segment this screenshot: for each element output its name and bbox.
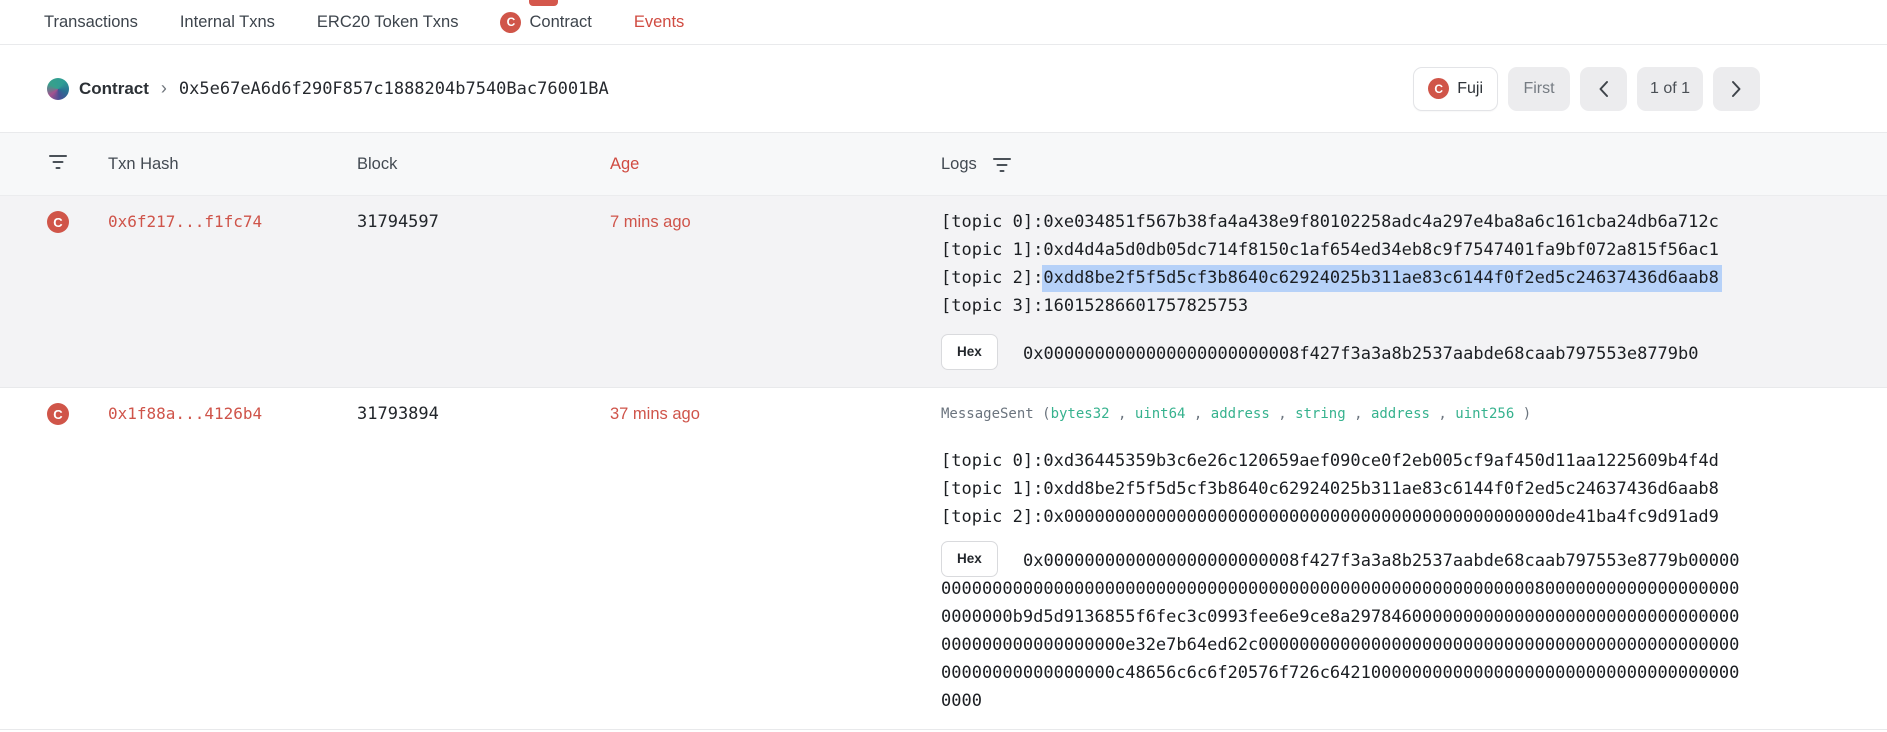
network-name: Fuji (1457, 80, 1483, 98)
contract-icon: C (500, 12, 521, 33)
column-header-block: Block (357, 155, 610, 174)
event-paren-close: ) (1514, 406, 1531, 422)
event-name: MessageSent (941, 406, 1034, 422)
event-param-type: string (1295, 406, 1346, 422)
topic-line: [topic 3]:16015286601757825753 (941, 292, 1747, 320)
tab-label: Events (634, 13, 684, 32)
topic-value: 16015286601757825753 (1043, 296, 1248, 316)
topic-line: [topic 0]:0xd36445359b3c6e26c120659aef09… (941, 447, 1747, 475)
topic-value: 0xe034851f567b38fa4a438e9f80102258adc4a2… (1043, 212, 1719, 232)
event-param-type: address (1211, 406, 1270, 422)
breadcrumb: Contract › 0x5e67eA6d6f290F857c1888204b7… (47, 78, 609, 100)
top-tab-bar: Transactions Internal Txns ERC20 Token Txn… (0, 0, 1887, 45)
topic-line: [topic 2]:0xdd8be2f5f5d5cf3b8640c6292402… (941, 264, 1747, 292)
topic-label: [topic 1]: (941, 240, 1043, 260)
hex-button[interactable]: Hex (941, 541, 998, 577)
txn-hash-link[interactable]: 0x6f217...f1fc74 (108, 212, 262, 231)
topic-line: [topic 1]:0xdd8be2f5f5d5cf3b8640c6292402… (941, 475, 1747, 503)
tab-internal-txns[interactable]: Internal Txns (180, 13, 275, 32)
event-param-separator: , (1110, 406, 1135, 422)
block-number: 31793894 (357, 404, 439, 424)
event-row: C 0x6f217...f1fc74 31794597 7 mins ago [topi… (0, 196, 1887, 388)
page-indicator: 1 of 1 (1637, 67, 1703, 111)
hex-data-block: Hex0x0000000000000000000000008f427f3a3a8… (941, 547, 1747, 715)
event-signature: MessageSent (bytes32 , uint64 , address … (941, 400, 1747, 428)
chevron-right-icon (1731, 80, 1742, 98)
hex-data-block: Hex0x0000000000000000000000008f427f3a3a8… (941, 340, 1747, 368)
tab-label: ERC20 Token Txns (317, 13, 459, 32)
topic-label: [topic 3]: (941, 296, 1043, 316)
topic-label: [topic 2]: (941, 268, 1043, 288)
contract-icon: C (47, 211, 69, 233)
tab-erc20-token-txns[interactable]: ERC20 Token Txns (317, 13, 459, 32)
contract-header-bar: Contract › 0x5e67eA6d6f290F857c1888204b7… (0, 45, 1887, 132)
first-page-button[interactable]: First (1508, 67, 1570, 111)
contract-address: 0x5e67eA6d6f290F857c1888204b7540Bac76001… (179, 79, 609, 99)
tab-label: Internal Txns (180, 13, 275, 32)
topic-line: [topic 2]:0x0000000000000000000000000000… (941, 503, 1747, 531)
topics-list: [topic 0]:0xd36445359b3c6e26c120659aef09… (941, 447, 1747, 531)
logs-cell: [topic 0]:0xe034851f567b38fa4a438e9f8010… (941, 208, 1747, 368)
event-param-type: uint64 (1135, 406, 1186, 422)
prev-page-button[interactable] (1580, 67, 1627, 111)
breadcrumb-contract-label: Contract (79, 79, 149, 99)
event-param-type: uint256 (1455, 406, 1514, 422)
topic-label: [topic 2]: (941, 507, 1043, 527)
column-header-logs: Logs (941, 155, 977, 174)
next-page-button[interactable] (1713, 67, 1760, 111)
hex-data: 0x0000000000000000000000008f427f3a3a8b25… (941, 547, 1747, 715)
topic-value: 0x00000000000000000000000000000000000000… (1043, 507, 1719, 527)
topic-line: [topic 1]:0xd4d4a5d0db05dc714f8150c1af65… (941, 236, 1747, 264)
topic-value: 0xd4d4a5d0db05dc714f8150c1af654ed34eb8c9… (1043, 240, 1719, 260)
event-param-separator: , (1270, 406, 1295, 422)
globe-icon (47, 78, 69, 100)
column-header-txn-hash: Txn Hash (108, 155, 357, 174)
topic-line: [topic 0]:0xe034851f567b38fa4a438e9f8010… (941, 208, 1747, 236)
column-header-age[interactable]: Age (610, 155, 941, 174)
network-icon: C (1428, 78, 1449, 99)
hex-data: 0x0000000000000000000000008f427f3a3a8b25… (941, 340, 1747, 368)
contract-icon: C (47, 403, 69, 425)
topic-label: [topic 0]: (941, 451, 1043, 471)
topics-list: [topic 0]:0xe034851f567b38fa4a438e9f8010… (941, 208, 1747, 320)
chevron-left-icon (1598, 80, 1609, 98)
tab-label: Transactions (44, 13, 138, 32)
topic-value-selected: 0xdd8be2f5f5d5cf3b8640c62924025b311ae83c… (1042, 265, 1722, 292)
logs-filter-icon[interactable] (991, 154, 1013, 174)
logs-cell: MessageSent (bytes32 , uint64 , address … (941, 400, 1747, 715)
event-param-separator: , (1430, 406, 1455, 422)
tab-contract[interactable]: C Contract (500, 12, 591, 33)
topic-label: [topic 0]: (941, 212, 1043, 232)
breadcrumb-separator: › (161, 78, 167, 99)
event-row: C 0x1f88a...4126b4 31793894 37 mins ago Mess… (0, 388, 1887, 730)
tab-transactions[interactable]: Transactions (44, 13, 138, 32)
active-indicator-fragment (529, 0, 558, 6)
block-number: 31794597 (357, 212, 439, 232)
topic-value: 0xdd8be2f5f5d5cf3b8640c62924025b311ae83c… (1043, 479, 1719, 499)
tab-label: Contract (529, 13, 591, 32)
events-table-body: C 0x6f217...f1fc74 31794597 7 mins ago [topi… (0, 196, 1887, 730)
age: 37 mins ago (610, 405, 700, 423)
topic-label: [topic 1]: (941, 479, 1043, 499)
filter-icon[interactable] (47, 152, 69, 172)
event-param-separator: , (1346, 406, 1371, 422)
txn-hash-link[interactable]: 0x1f88a...4126b4 (108, 404, 262, 423)
age: 7 mins ago (610, 213, 691, 231)
event-paren-open: ( (1034, 406, 1051, 422)
network-badge[interactable]: C Fuji (1413, 67, 1498, 111)
tab-events[interactable]: Events (634, 13, 684, 32)
event-param-type: bytes32 (1051, 406, 1110, 422)
topic-value: 0xd36445359b3c6e26c120659aef090ce0f2eb00… (1043, 451, 1719, 471)
pagination: C Fuji First 1 of 1 (1413, 67, 1760, 111)
hex-button[interactable]: Hex (941, 334, 998, 370)
event-param-separator: , (1185, 406, 1210, 422)
event-param-type: address (1371, 406, 1430, 422)
table-header: Txn Hash Block Age Logs (0, 132, 1887, 196)
